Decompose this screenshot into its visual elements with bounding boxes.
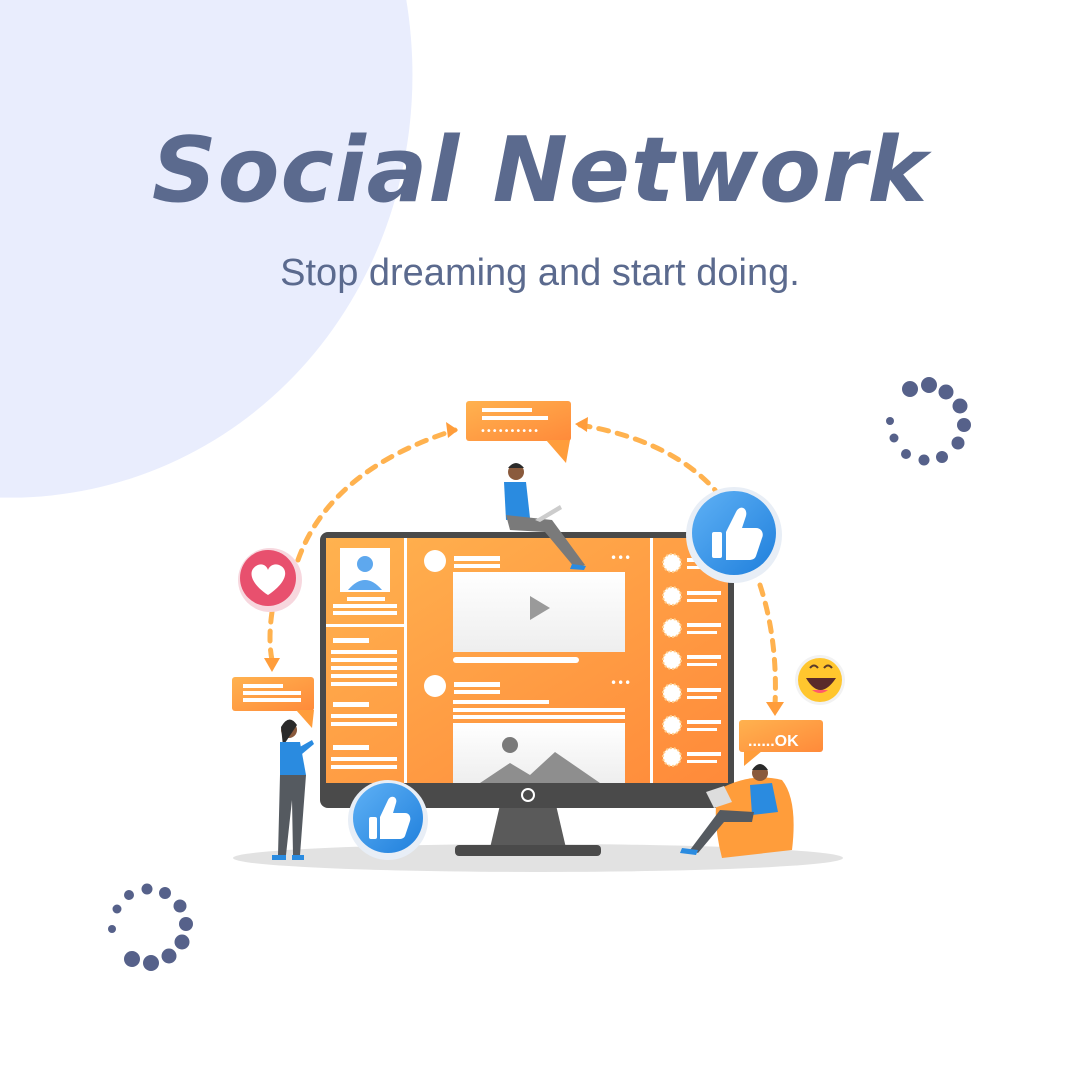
thumbs-up-icon — [348, 780, 428, 860]
thumbs-up-icon — [686, 487, 782, 583]
loading-dots-top-right — [886, 377, 971, 466]
person-standing — [272, 719, 314, 860]
heart-icon — [238, 548, 302, 612]
svg-text:••••••••••: •••••••••• — [480, 426, 539, 437]
chat-bubble-ok: ......OK — [739, 720, 823, 766]
laughing-emoji-icon — [795, 655, 845, 705]
svg-text:•••: ••• — [610, 551, 631, 565]
social-network-illustration: ••• ••• •••••••••• ......OK — [108, 377, 971, 971]
ok-bubble-text: ......OK — [748, 733, 799, 750]
svg-text:•••: ••• — [610, 676, 631, 690]
chat-bubble-top: •••••••••• — [466, 401, 571, 463]
loading-dots-bottom-left — [108, 883, 193, 971]
chat-bubble-left — [232, 677, 314, 728]
